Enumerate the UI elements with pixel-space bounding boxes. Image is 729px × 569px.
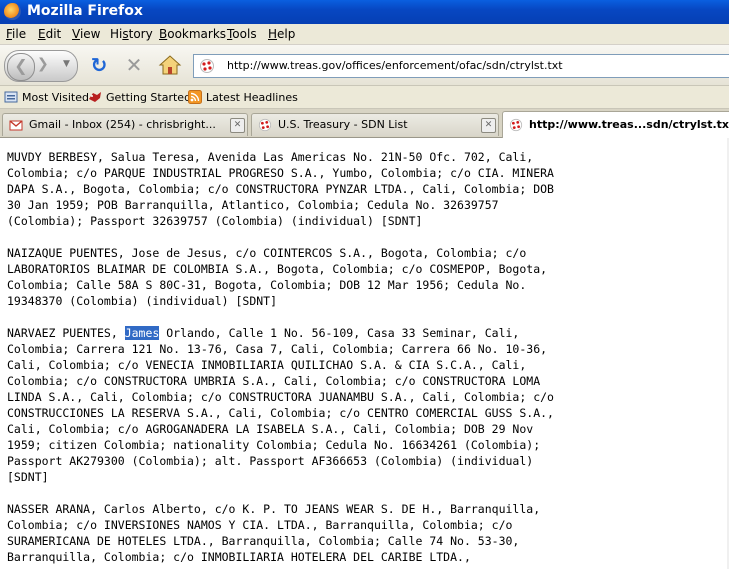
menu-tools[interactable]: Tools [227, 27, 257, 41]
tab-gmail[interactable]: Gmail - Inbox (254) - chrisbright... ✕ [2, 113, 248, 136]
text-line: NASSER ARANA, Carlos Alberto, c/o K. P. … [7, 502, 541, 516]
bookmark-getting-started[interactable]: Getting Started [88, 90, 191, 104]
back-forward-group: ❮ ❯ ▼ [4, 50, 78, 82]
tab-bar: Gmail - Inbox (254) - chrisbright... ✕ U… [0, 109, 729, 138]
text-line: Colombia; Calle 58A S 80C-31, Bogota, Co… [7, 278, 527, 292]
text-line: MUVDY BERBESY, Salua Teresa, Avenida Las… [7, 150, 534, 164]
sdn-entry: NASSER ARANA, Carlos Alberto, c/o K. P. … [7, 501, 540, 565]
tab-label: Gmail - Inbox (254) - chrisbright... [29, 118, 216, 131]
gmail-icon [9, 120, 23, 131]
most-visited-icon [4, 90, 18, 104]
address-bar[interactable]: http://www.treas.gov/offices/enforcement… [193, 54, 729, 78]
site-favicon-icon [200, 59, 214, 73]
text-line: NAIZAQUE PUENTES, Jose de Jesus, c/o COI… [7, 246, 527, 260]
bookmark-label: Getting Started [106, 91, 192, 104]
menu-view[interactable]: View [72, 27, 100, 41]
menu-bar: File Edit View History Bookmarks Tools H… [0, 24, 729, 45]
sdn-entry: NAIZAQUE PUENTES, Jose de Jesus, c/o COI… [7, 245, 547, 309]
text-line: Cali, Colombia; c/o AGROGANADERA LA ISAB… [7, 422, 534, 436]
text-line: CONSTRUCCIONES LA RESERVA S.A., Cali, Co… [7, 406, 554, 420]
firefox-logo-icon [4, 3, 21, 20]
text-line: Cali, Colombia; c/o VENECIA INMOBILIARIA… [7, 358, 527, 372]
stop-button[interactable]: ✕ [123, 54, 145, 76]
text-line: Colombia; c/o CONSTRUCTORA UMBRIA S.A., … [7, 374, 541, 388]
text-line: Passport AK279300 (Colombia); alt. Passp… [7, 454, 534, 468]
window-title: Mozilla Firefox [27, 3, 143, 19]
text-line: LINDA S.A., Cali, Colombia; c/o CONSTRUC… [7, 390, 554, 404]
url-text: http://www.treas.gov/offices/enforcement… [227, 59, 563, 72]
text-line: DAPA S.A., Bogota, Colombia; c/o CONSTRU… [7, 182, 554, 196]
tab-ctrylst-txt[interactable]: http://www.treas...sdn/ctrylst.txt [502, 111, 729, 138]
treasury-favicon-icon [258, 118, 272, 132]
bookmark-most-visited[interactable]: Most Visited [4, 90, 89, 104]
bookmark-label: Most Visited [22, 91, 89, 104]
navigation-toolbar: ❮ ❯ ▼ ↻ ✕ http://www.treas.gov/offices/e… [0, 45, 729, 86]
history-dropdown-icon[interactable]: ▼ [63, 59, 70, 69]
text-line: SURAMERICANA DE HOTELES LTDA., Barranqui… [7, 534, 520, 548]
home-button[interactable] [158, 54, 182, 76]
text-line: Colombia; Carrera 121 No. 13-76, Casa 7,… [7, 342, 548, 356]
text-line: [SDNT] [7, 470, 49, 484]
tab-label: U.S. Treasury - SDN List [278, 118, 408, 131]
page-content[interactable]: MUVDY BERBESY, Salua Teresa, Avenida Las… [0, 138, 729, 569]
sdn-entry: MUVDY BERBESY, Salua Teresa, Avenida Las… [7, 149, 554, 229]
text-line: 1959; citizen Colombia; nationality Colo… [7, 438, 541, 452]
getting-started-icon [88, 90, 102, 104]
text-line: Barranquilla, Colombia; c/o INMOBILIARIA… [7, 550, 471, 564]
text-line: LABORATORIOS BLAIMAR DE COLOMBIA S.A., B… [7, 262, 548, 276]
menu-help[interactable]: Help [268, 27, 295, 41]
text-line: Colombia; c/o INVERSIONES NAMOS Y CIA. L… [7, 518, 513, 532]
text-line: 19348370 (Colombia) (individual) [SDNT] [7, 294, 278, 308]
bookmarks-toolbar: Most Visited Getting Started Latest Head… [0, 86, 729, 109]
selected-text[interactable]: James [124, 326, 160, 340]
close-tab-icon[interactable]: ✕ [230, 118, 245, 133]
tab-treasury-sdn-list[interactable]: U.S. Treasury - SDN List ✕ [251, 113, 499, 136]
text-line: 30 Jan 1959; POB Barranquilla, Atlantico… [7, 198, 499, 212]
text-line: Colombia; c/o PARQUE INDUSTRIAL PROGRESO… [7, 166, 554, 180]
sdn-entry: NARVAEZ PUENTES, James Orlando, Calle 1 … [7, 325, 554, 485]
title-bar[interactable]: Mozilla Firefox [0, 0, 729, 24]
tab-label: http://www.treas...sdn/ctrylst.txt [529, 118, 729, 131]
reload-button[interactable]: ↻ [88, 54, 110, 76]
home-icon [158, 55, 182, 75]
bookmark-label: Latest Headlines [206, 91, 298, 104]
text-line: (Colombia); Passport 32639757 (Colombia)… [7, 214, 423, 228]
menu-edit[interactable]: Edit [38, 27, 61, 41]
menu-history[interactable]: History [110, 27, 153, 41]
menu-bookmarks[interactable]: Bookmarks [159, 27, 226, 41]
bookmark-latest-headlines[interactable]: Latest Headlines [188, 90, 298, 104]
menu-file[interactable]: File [6, 27, 26, 41]
close-tab-icon[interactable]: ✕ [481, 118, 496, 133]
forward-button[interactable]: ❯ [37, 56, 49, 72]
treasury-favicon-icon [509, 118, 523, 132]
back-button[interactable]: ❮ [7, 53, 35, 81]
rss-feed-icon [188, 90, 202, 104]
text-line: NARVAEZ PUENTES, James Orlando, Calle 1 … [7, 326, 520, 340]
